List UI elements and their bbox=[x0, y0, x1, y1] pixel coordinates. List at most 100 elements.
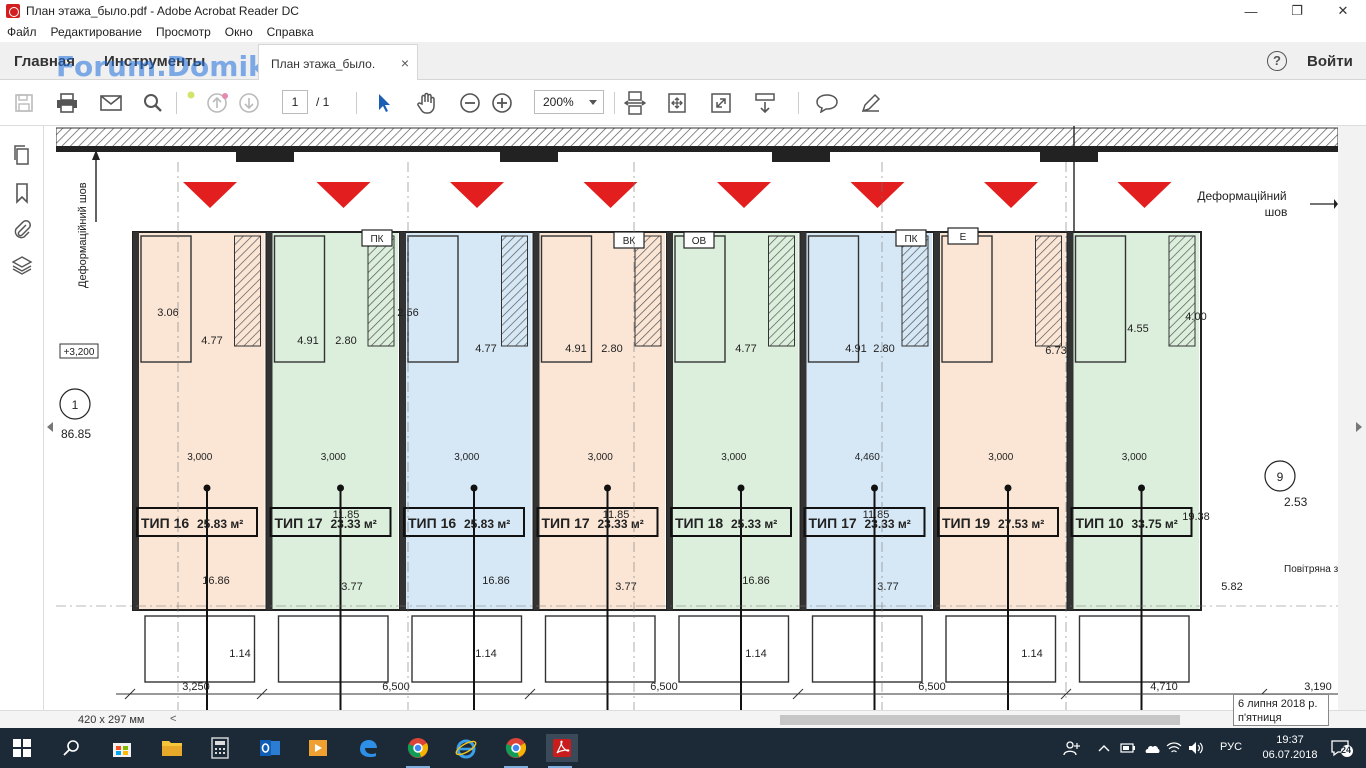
fit-page-icon[interactable] bbox=[664, 90, 690, 116]
toolbar: 1 / 1 200% bbox=[0, 80, 1366, 126]
notification-count: 24 bbox=[1341, 745, 1352, 755]
zoom-in-icon[interactable] bbox=[490, 90, 514, 116]
entrance-arrow-icon bbox=[316, 182, 371, 208]
room-area: 4.00 bbox=[1185, 311, 1206, 323]
clock[interactable]: 19:37 06.07.2018 bbox=[1262, 733, 1318, 763]
expand-right-icon[interactable] bbox=[1356, 422, 1362, 432]
menu-bar: Файл Редактирование Просмотр Окно Справк… bbox=[0, 22, 1366, 42]
maximize-button[interactable]: ❐ bbox=[1274, 0, 1320, 22]
outlook-icon[interactable] bbox=[256, 734, 284, 762]
email-icon[interactable] bbox=[98, 90, 124, 116]
room-area: 2.80 bbox=[335, 335, 356, 347]
chrome-icon[interactable] bbox=[404, 734, 432, 768]
axis-label-9: 9 bbox=[1277, 470, 1284, 484]
collapse-left-icon[interactable] bbox=[47, 422, 53, 432]
unit-type: ТИП 17 bbox=[275, 515, 323, 531]
pages-icon[interactable] bbox=[11, 144, 33, 166]
balcony bbox=[678, 615, 790, 683]
save-icon[interactable] bbox=[12, 90, 36, 116]
dim-inner: 3,000 bbox=[721, 452, 746, 463]
scroll-left-icon[interactable]: < bbox=[170, 713, 176, 725]
layers-icon[interactable] bbox=[11, 254, 33, 276]
chrome-profile-icon[interactable] bbox=[502, 734, 530, 768]
unit-area: 25.83 м² bbox=[464, 517, 510, 531]
dim-bottom: 6,500 bbox=[918, 681, 946, 693]
media-player-icon[interactable] bbox=[304, 734, 332, 762]
people-icon[interactable] bbox=[1058, 734, 1086, 762]
unit-wall bbox=[533, 232, 540, 610]
shaft-label: ОВ bbox=[692, 236, 707, 247]
room-area: 3.77 bbox=[341, 581, 362, 593]
dim-inner: 3,000 bbox=[454, 452, 479, 463]
language-indicator[interactable]: РУС bbox=[1220, 741, 1242, 753]
menu-window[interactable]: Окно bbox=[218, 25, 260, 39]
close-tab-icon[interactable]: × bbox=[401, 55, 409, 71]
unit-type: ТИП 10 bbox=[1076, 515, 1124, 531]
balcony bbox=[411, 615, 523, 683]
search-icon[interactable] bbox=[140, 90, 166, 116]
room-area: 19.38 bbox=[1182, 511, 1210, 523]
file-explorer-icon[interactable] bbox=[158, 734, 186, 762]
store-icon[interactable] bbox=[108, 734, 136, 762]
fit-width-icon[interactable] bbox=[622, 90, 648, 116]
select-cursor-icon[interactable] bbox=[372, 90, 396, 116]
page-total: / 1 bbox=[316, 95, 330, 109]
section-dot bbox=[470, 484, 478, 492]
room-area: 3.77 bbox=[877, 581, 898, 593]
status-bar: 420 x 297 мм < bbox=[0, 710, 1366, 728]
right-panel-gap bbox=[1338, 126, 1366, 710]
tab-document[interactable]: План этажа_было. × bbox=[258, 44, 418, 80]
zoom-select[interactable]: 200% bbox=[534, 90, 604, 114]
prev-page-icon[interactable] bbox=[204, 90, 230, 116]
entrance-arrow-icon bbox=[984, 182, 1038, 208]
room-area: 11.85 bbox=[863, 509, 890, 521]
dim-bottom: 4,710 bbox=[1150, 681, 1178, 693]
calculator-icon[interactable] bbox=[206, 734, 234, 762]
close-window-button[interactable]: ✕ bbox=[1320, 0, 1366, 22]
section-dot bbox=[1138, 484, 1145, 492]
wall-column bbox=[500, 152, 558, 162]
menu-edit[interactable]: Редактирование bbox=[44, 25, 149, 39]
unit-type: ТИП 18 bbox=[675, 515, 723, 531]
bookmark-icon[interactable] bbox=[11, 182, 33, 204]
entrance-arrow-icon bbox=[583, 182, 638, 208]
highlight-dot-icon bbox=[184, 90, 198, 116]
minimize-button[interactable]: — bbox=[1228, 0, 1274, 22]
pen-icon[interactable] bbox=[858, 90, 884, 116]
room-area: 4.77 bbox=[201, 335, 222, 347]
axis-label-1: 1 bbox=[72, 398, 79, 412]
menu-view[interactable]: Просмотр bbox=[149, 25, 218, 39]
help-button[interactable]: ? bbox=[1267, 51, 1287, 71]
menu-file[interactable]: Файл bbox=[0, 25, 44, 39]
attachment-icon[interactable] bbox=[11, 218, 33, 240]
menu-help[interactable]: Справка bbox=[260, 25, 321, 39]
internet-explorer-icon[interactable] bbox=[452, 734, 480, 762]
horizontal-scrollbar[interactable] bbox=[780, 715, 1180, 725]
edge-icon[interactable] bbox=[354, 734, 382, 762]
top-wall-hatch bbox=[56, 127, 1338, 149]
page-number-input[interactable]: 1 bbox=[282, 90, 308, 114]
windows-start-icon[interactable] bbox=[8, 734, 36, 762]
shaft-label: ВК bbox=[623, 236, 636, 247]
tab-bar: Главная Инструменты Forum.Domik.ua План … bbox=[0, 42, 1366, 83]
zoom-out-icon[interactable] bbox=[458, 90, 482, 116]
section-dot bbox=[337, 484, 344, 492]
notifications-icon[interactable]: 24 bbox=[1330, 738, 1353, 758]
volume-icon[interactable] bbox=[1182, 734, 1210, 762]
print-icon[interactable] bbox=[54, 90, 80, 116]
room-area: 11.85 bbox=[603, 509, 630, 521]
acrobat-icon bbox=[6, 4, 20, 18]
acrobat-taskbar-icon[interactable] bbox=[546, 734, 578, 768]
comment-icon[interactable] bbox=[814, 90, 840, 116]
entrance-arrow-icon bbox=[450, 182, 504, 208]
clock-date: 06.07.2018 bbox=[1262, 749, 1318, 761]
balcony bbox=[277, 615, 389, 683]
shaft bbox=[901, 235, 929, 347]
hand-tool-icon[interactable] bbox=[414, 90, 440, 116]
fullscreen-icon[interactable] bbox=[708, 90, 734, 116]
search-icon[interactable] bbox=[58, 734, 86, 762]
entrance-arrow-icon bbox=[1117, 182, 1172, 208]
signin-button[interactable]: Войти bbox=[1307, 53, 1353, 70]
next-page-icon[interactable] bbox=[236, 90, 262, 116]
scroll-mode-icon[interactable] bbox=[752, 90, 778, 116]
